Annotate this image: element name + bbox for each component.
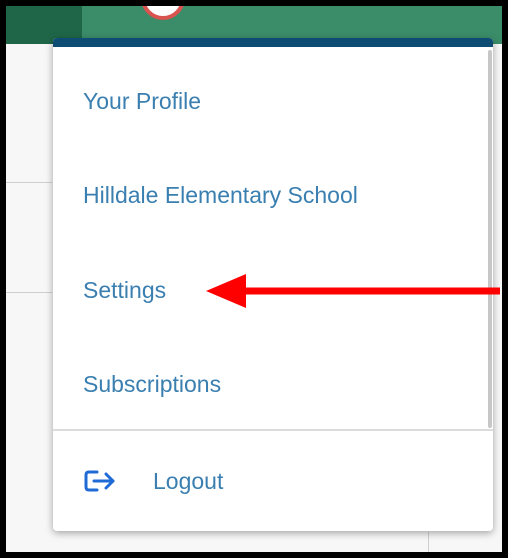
background-divider — [6, 292, 52, 293]
logout-label: Logout — [153, 468, 224, 494]
menu-item-settings[interactable]: Settings — [83, 275, 166, 305]
logout-button[interactable]: Logout — [53, 431, 493, 531]
menu-item-school[interactable]: Hilldale Elementary School — [83, 180, 358, 210]
scrollbar[interactable] — [488, 50, 492, 428]
avatar[interactable] — [141, 6, 185, 20]
background-divider — [6, 182, 52, 183]
logout-icon — [83, 469, 117, 498]
dropdown-accent-bar — [53, 38, 493, 47]
background-divider — [428, 532, 429, 552]
red-arrow-annotation — [206, 274, 502, 313]
menu-item-your-profile[interactable]: Your Profile — [83, 86, 201, 116]
menu-item-subscriptions[interactable]: Subscriptions — [83, 369, 221, 399]
screenshot-frame: Your Profile Hilldale Elementary School … — [6, 6, 502, 552]
